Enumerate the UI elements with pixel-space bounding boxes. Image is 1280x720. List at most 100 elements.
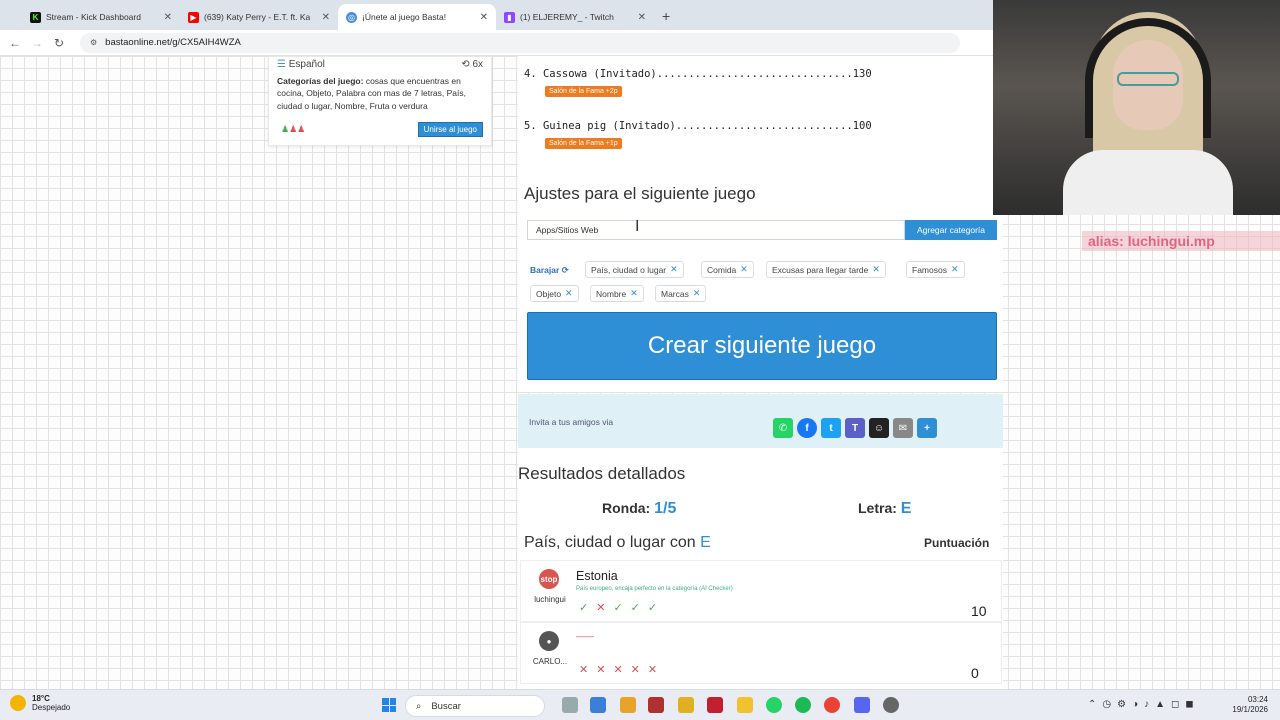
cross-icon[interactable]: ✕	[631, 663, 640, 676]
category-input[interactable]	[527, 220, 905, 240]
settings-title: Ajustes para el siguiente juego	[524, 184, 756, 203]
avatar: stop	[539, 569, 559, 589]
score-row: 4. Cassowa (Invitado)...................…	[524, 68, 872, 80]
close-tab-icon[interactable]: ✕	[164, 12, 172, 23]
tab-twitch[interactable]: ▮ (1) ELJEREMY_ - Twitch ✕	[496, 4, 654, 30]
cross-icon[interactable]: ✕	[648, 663, 657, 676]
close-tab-icon[interactable]: ✕	[638, 12, 646, 23]
store-icon[interactable]	[620, 697, 636, 713]
remove-chip-icon[interactable]: ✕	[693, 288, 701, 299]
remove-chip-icon[interactable]: ✕	[630, 288, 638, 299]
chip-label: Excusas para llegar tarde	[772, 264, 869, 275]
avatar: ●	[539, 631, 559, 651]
score-column-header: Puntuación	[924, 536, 990, 550]
tab-youtube[interactable]: ▶ (639) Katy Perry - E.T. ft. Ka ✕	[180, 4, 338, 30]
chrome-icon[interactable]	[824, 697, 840, 713]
remove-chip-icon[interactable]: ✕	[951, 264, 959, 275]
spotify-icon[interactable]	[795, 697, 811, 713]
share-icon[interactable]: +	[917, 418, 937, 438]
chip-label: Nombre	[596, 288, 627, 299]
headset-icon	[1085, 18, 1211, 138]
cross-icon[interactable]: ✕	[579, 663, 588, 676]
tab-title: (639) Katy Perry - E.T. ft. Ka	[204, 12, 311, 22]
task-view-icon[interactable]	[562, 697, 578, 713]
result-row: ● CARLO... —— ✕ ✕ ✕ ✕ ✕ 0	[520, 622, 1002, 684]
remove-chip-icon[interactable]: ✕	[565, 288, 573, 299]
kick-icon: K	[30, 11, 41, 23]
close-tab-icon[interactable]: ✕	[322, 12, 330, 23]
answer-text: Estonia	[576, 569, 618, 583]
answer-text: ——	[576, 631, 594, 641]
app-icon[interactable]	[678, 697, 694, 713]
tab-title: Stream - Kick Dashboard	[46, 12, 141, 22]
site-info-icon[interactable]: ⚙	[90, 38, 97, 47]
windows-start-icon[interactable]	[382, 698, 396, 712]
tab-title: (1) ELJEREMY_ - Twitch	[520, 12, 614, 22]
tab-basta[interactable]: ◎ ¡Únete al juego Basta! ✕	[338, 4, 496, 30]
email-icon[interactable]: ✉	[893, 418, 913, 438]
check-icon[interactable]: ✓	[579, 601, 588, 614]
points-value: 10	[971, 603, 987, 619]
cross-icon[interactable]: ✕	[596, 663, 605, 676]
category-letter: E	[700, 534, 711, 551]
reload-icon[interactable]: ↻	[48, 36, 70, 50]
categories-label: Categorías del juego:	[277, 75, 364, 86]
check-icon[interactable]: ✓	[631, 601, 640, 614]
back-icon[interactable]: ←	[4, 36, 26, 50]
clock-date: 19/1/2026	[1232, 705, 1268, 714]
share-buttons: ✆ f t T ☺ ✉ +	[773, 418, 937, 438]
url-text: bastaonline.net/g/CX5AIH4WZA	[105, 37, 241, 48]
category-heading: País, ciudad o lugar con E	[524, 534, 711, 552]
streamer-shirt	[1063, 150, 1233, 215]
chip-label: Comida	[707, 264, 737, 275]
timer-value: 6x	[472, 59, 483, 70]
tab-kick[interactable]: K Stream - Kick Dashboard ✕	[22, 4, 180, 30]
cross-icon[interactable]: ✕	[596, 601, 605, 614]
new-tab-icon[interactable]: +	[662, 8, 670, 24]
system-tray[interactable]: ⌃◷⚙◑♪▲◻◼	[1088, 699, 1200, 710]
hall-of-fame-badge: Salón de la Fama +1p	[545, 138, 622, 149]
remove-chip-icon[interactable]: ✕	[740, 264, 748, 275]
teams-icon[interactable]: T	[845, 418, 865, 438]
create-next-game-button[interactable]: Crear siguiente juego	[527, 312, 997, 380]
forward-icon[interactable]: →	[26, 36, 48, 50]
check-icon[interactable]: ✓	[648, 601, 657, 614]
clock[interactable]: 03:24 19/1/2026	[1224, 695, 1268, 715]
add-category-button[interactable]: Agregar categoría	[905, 220, 997, 240]
player-name: luchingui	[534, 595, 566, 604]
close-tab-icon[interactable]: ✕	[480, 12, 488, 23]
twitter-icon[interactable]: t	[821, 418, 841, 438]
score-row: 5. Guinea pig (Invitado)................…	[524, 120, 872, 132]
remove-chip-icon[interactable]: ✕	[670, 264, 678, 275]
file-explorer-icon[interactable]	[737, 697, 753, 713]
app-icon[interactable]	[648, 697, 664, 713]
facebook-icon[interactable]: f	[797, 418, 817, 438]
clock-time: 03:24	[1247, 695, 1268, 704]
shuffle-button[interactable]: Barajar ⟳	[530, 265, 569, 276]
points-value: 0	[971, 665, 979, 681]
round-indicator: Ronda: 1/5	[602, 500, 676, 518]
url-field[interactable]: ⚙ bastaonline.net/g/CX5AIH4WZA	[80, 32, 960, 53]
letter-label: Letra:	[858, 500, 897, 516]
cross-icon[interactable]: ✕	[613, 663, 622, 676]
taskbar-search[interactable]: ⌕ Buscar	[405, 695, 545, 717]
copilot-icon[interactable]	[590, 697, 606, 713]
discord-icon[interactable]	[854, 697, 870, 713]
letter-value: E	[900, 500, 912, 517]
app-icon[interactable]	[707, 697, 723, 713]
snapchat-icon[interactable]: ☺	[869, 418, 889, 438]
globe-icon: ◎	[346, 11, 357, 23]
round-label: Ronda:	[602, 500, 651, 516]
invite-bar: Invita a tus amigos via ✆ f t T ☺ ✉ +	[518, 394, 1003, 448]
weather-text: Despejado	[32, 703, 71, 712]
join-game-button[interactable]: Unirse al juego	[417, 122, 483, 137]
hall-of-fame-badge: Salón de la Fama +2p	[545, 86, 622, 97]
weather-widget[interactable]: 18°C Despejado	[10, 694, 70, 712]
whatsapp-taskbar-icon[interactable]	[766, 697, 782, 713]
obs-icon[interactable]	[883, 697, 899, 713]
check-icon[interactable]: ✓	[613, 601, 622, 614]
whatsapp-icon[interactable]: ✆	[773, 418, 793, 438]
weather-temp: 18°C	[32, 694, 50, 703]
remove-chip-icon[interactable]: ✕	[872, 264, 880, 275]
browser-tab-strip: K Stream - Kick Dashboard ✕ ▶ (639) Katy…	[0, 0, 993, 30]
